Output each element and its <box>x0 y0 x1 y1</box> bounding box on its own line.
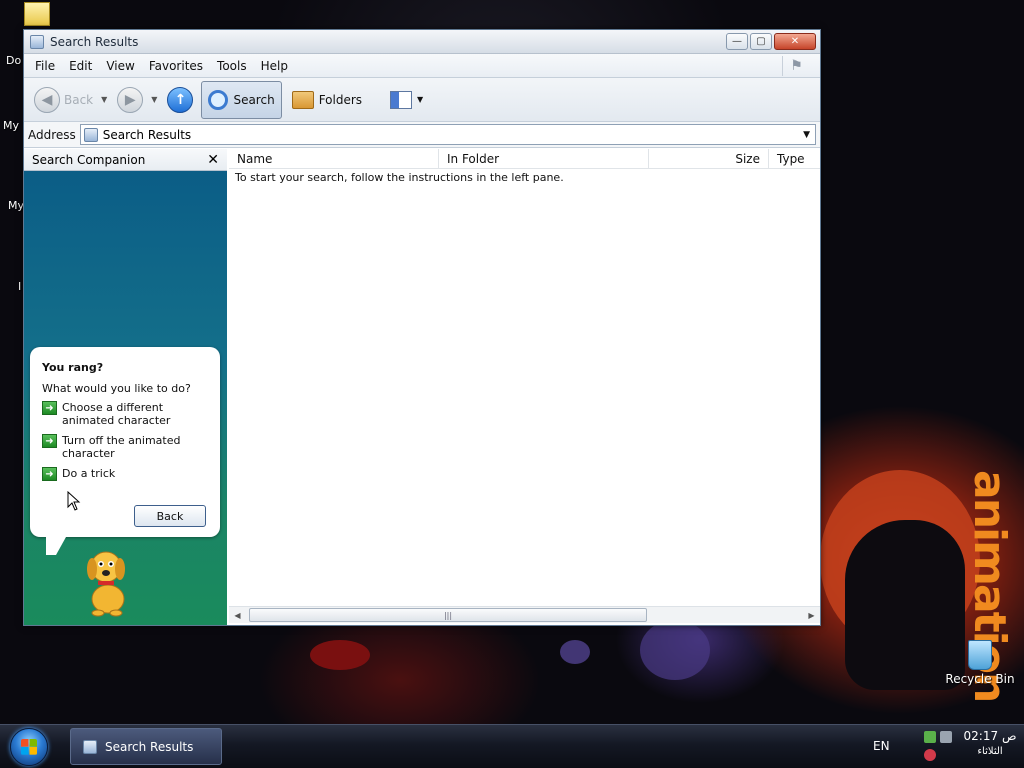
scroll-thumb[interactable]: ||| <box>249 608 647 622</box>
back-label: Back <box>64 92 94 107</box>
back-dropdown-icon[interactable]: ▼ <box>101 95 107 104</box>
folders-icon <box>291 90 314 109</box>
forward-button[interactable]: ▶ <box>117 86 144 113</box>
address-label: Address <box>28 127 76 142</box>
forward-dropdown-icon[interactable]: ▼ <box>151 95 157 104</box>
views-button[interactable]: ▼ <box>384 81 429 119</box>
clock-day: الثلاثاء <box>977 746 1003 757</box>
close-icon[interactable]: ✕ <box>207 152 219 168</box>
companion-title: Search Companion <box>32 152 146 167</box>
results-pane: Name In Folder Size Type To start your s… <box>229 148 820 625</box>
taskbar-item-search-results[interactable]: Search Results <box>70 728 222 765</box>
folders-button[interactable]: Folders <box>286 81 368 119</box>
column-header-size[interactable]: Size <box>649 148 769 169</box>
paint-splash <box>310 640 370 670</box>
column-header-in-folder[interactable]: In Folder <box>439 148 649 169</box>
search-window-icon <box>83 739 97 754</box>
system-tray <box>922 729 956 765</box>
volume-icon[interactable] <box>940 731 952 743</box>
assistant-balloon: You rang? What would you like to do? ➜ C… <box>30 347 220 555</box>
clock[interactable]: 02:17 ص الثلاثاء <box>960 728 1020 760</box>
scroll-right-icon[interactable]: ▶ <box>803 607 820 624</box>
menu-favorites[interactable]: Favorites <box>142 59 210 73</box>
green-arrow-icon: ➜ <box>42 467 57 481</box>
menu-tools[interactable]: Tools <box>210 59 254 73</box>
windows-flag-icon: ⚑ <box>782 56 810 76</box>
green-arrow-icon: ➜ <box>42 434 57 448</box>
taskbar-item-label: Search Results <box>105 739 194 754</box>
back-arrow-icon: ◀ <box>34 86 60 113</box>
desktop-icon-my-computer[interactable]: My <box>3 119 19 132</box>
search-results-icon <box>83 127 98 142</box>
balloon-title: You rang? <box>42 361 104 374</box>
search-companion-pane: Search Companion ✕ You rang? What would … <box>24 149 227 625</box>
window-body: Search Companion ✕ You rang? What would … <box>24 148 820 625</box>
desktop-icon-label: My <box>3 119 20 132</box>
option-turn-off-character[interactable]: ➜ Turn off the animated character <box>42 434 208 460</box>
paint-splash <box>560 640 590 664</box>
search-dog-icon[interactable] <box>78 547 134 617</box>
horizontal-scrollbar[interactable]: ◀ ||| ▶ <box>229 606 820 623</box>
search-label: Search <box>233 92 275 107</box>
taskbar: Search Results EN 02:17 ص الثلاثاء <box>0 724 1024 768</box>
desktop-icon-internet[interactable]: I <box>18 280 21 293</box>
windows-logo-icon <box>21 739 37 755</box>
desktop-icon-label: Do <box>6 54 22 67</box>
minimize-button[interactable]: — <box>726 33 748 50</box>
option-label: Choose a different animated character <box>62 401 171 427</box>
address-value: Search Results <box>102 127 192 142</box>
language-indicator[interactable]: EN <box>873 739 890 753</box>
empty-results-message: To start your search, follow the instruc… <box>235 171 564 184</box>
column-header-type[interactable]: Type <box>769 149 820 169</box>
mouse-cursor-icon <box>67 491 81 511</box>
paint-splash <box>640 620 710 680</box>
menu-edit[interactable]: Edit <box>62 59 99 73</box>
search-window-icon <box>30 34 44 49</box>
views-dropdown-icon: ▼ <box>417 95 424 104</box>
balloon-back-button[interactable]: Back <box>134 505 206 527</box>
search-results-window: Search Results — ▢ ✕ File Edit View Favo… <box>23 29 821 626</box>
window-controls: — ▢ ✕ <box>726 33 816 50</box>
menu-help[interactable]: Help <box>254 59 295 73</box>
desktop-icon-my-network[interactable]: My <box>8 199 24 212</box>
column-header-name[interactable]: Name <box>229 148 439 169</box>
back-button[interactable]: ◀ Back <box>34 86 94 113</box>
option-label: Do a trick <box>62 467 116 480</box>
address-dropdown-icon[interactable]: ▼ <box>803 130 810 140</box>
address-bar: Address Search Results ▼ <box>24 122 820 148</box>
window-title: Search Results <box>50 34 139 49</box>
address-field[interactable]: Search Results ▼ <box>79 124 816 145</box>
up-folder-button[interactable]: ↑ <box>167 86 194 113</box>
maximize-button[interactable]: ▢ <box>750 33 772 50</box>
option-choose-character[interactable]: ➜ Choose a different animated character <box>42 401 208 427</box>
recycle-bin-label: Recycle Bin <box>945 672 1015 686</box>
desktop-icon-recycle-bin[interactable]: Recycle Bin <box>940 640 1020 686</box>
start-button[interactable] <box>10 728 48 766</box>
search-icon <box>208 89 229 110</box>
desktop-icon-label: I <box>18 280 22 293</box>
desktop-icon-label: My <box>8 199 25 212</box>
views-icon <box>390 90 413 109</box>
clock-time: 02:17 ص <box>963 729 1017 743</box>
option-label: Turn off the animated character <box>62 434 181 460</box>
option-do-trick[interactable]: ➜ Do a trick <box>42 467 208 481</box>
security-shield-icon[interactable] <box>924 749 936 761</box>
search-button[interactable]: Search <box>201 80 282 119</box>
companion-header: Search Companion ✕ <box>24 149 227 171</box>
menu-view[interactable]: View <box>99 59 141 73</box>
folders-label: Folders <box>318 92 363 107</box>
envelope-icon[interactable] <box>24 2 50 26</box>
close-button[interactable]: ✕ <box>774 33 816 50</box>
green-arrow-icon: ➜ <box>42 401 57 415</box>
network-icon[interactable] <box>924 731 936 743</box>
recycle-bin-icon <box>968 640 992 670</box>
desktop-icon-documents[interactable]: Do <box>6 54 21 67</box>
menu-file[interactable]: File <box>28 59 62 73</box>
column-header-row: Name In Folder Size Type <box>229 148 820 169</box>
toolbar: ◀ Back ▼ ▶ ▼ ↑ Search Folders ▼ <box>24 78 820 122</box>
menu-bar: File Edit View Favorites Tools Help ⚑ <box>24 54 820 78</box>
balloon-question: What would you like to do? <box>42 382 191 395</box>
title-bar[interactable]: Search Results — ▢ ✕ <box>24 30 820 54</box>
scroll-left-icon[interactable]: ◀ <box>229 607 246 624</box>
